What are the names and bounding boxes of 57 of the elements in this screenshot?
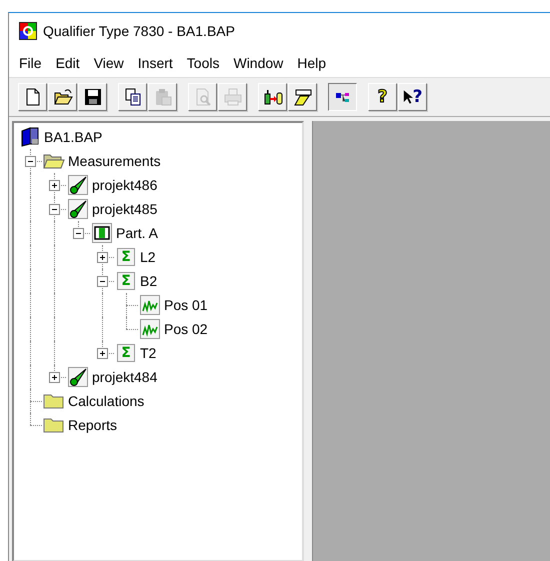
expander-box[interactable] [49,180,60,191]
expander-box[interactable] [97,252,108,263]
cursor-icon [402,89,413,105]
sigma-icon: Σ [117,248,135,266]
copy-icon [122,87,142,107]
sigma-icon: Σ [117,344,135,362]
tree-item[interactable]: projekt485 [92,201,158,217]
tree-item[interactable]: T2 [140,345,156,361]
sigma-icon: Σ [117,272,135,290]
menu-item[interactable]: File [19,55,42,71]
tree-item[interactable]: Calculations [68,393,144,409]
expander-box[interactable] [49,204,60,215]
folder-open-icon [52,87,72,107]
menu-item[interactable]: Help [297,55,326,71]
transfer-button[interactable] [258,83,287,111]
folder-icon [43,416,65,434]
tree-item[interactable]: Pos 02 [164,321,208,337]
graph-icon [140,295,160,315]
probe-icon [68,199,88,219]
open-button[interactable] [48,83,77,111]
folder-open-icon [43,152,65,170]
menu-item[interactable]: Insert [138,55,173,71]
part-icon [92,223,112,243]
tree-item[interactable]: Reports [68,417,118,433]
tree-item[interactable]: projekt484 [92,369,158,385]
book-icon [20,127,40,147]
tree-item[interactable]: BA1.BAP [44,129,102,145]
probe-icon [68,367,88,387]
pen-icon [292,87,312,107]
save-button[interactable] [78,83,107,111]
menu-item[interactable]: Window [233,55,284,71]
graph-icon [140,319,160,339]
edit-button[interactable] [288,83,317,111]
menu-item[interactable]: Edit [56,55,80,71]
transfer-icon [262,87,282,107]
tree-view-button[interactable] [328,83,357,111]
expander-box[interactable] [49,372,60,383]
tree-item[interactable]: Part. A [116,225,158,241]
copy-button[interactable] [118,83,147,111]
tree-item[interactable]: B2 [140,273,158,289]
probe-icon [68,175,88,195]
tree-item[interactable]: projekt486 [92,177,158,193]
expander-box[interactable] [73,228,84,239]
app-logo-icon [19,22,37,40]
menu-item[interactable]: View [94,55,124,71]
folder-icon [43,392,65,410]
menu-item[interactable]: Tools [186,55,220,71]
new-document-button[interactable] [18,83,47,111]
tree-item[interactable]: L2 [140,249,156,265]
expander-box[interactable] [25,156,36,167]
printer-icon [222,87,242,107]
context-help-button[interactable]: ? [398,83,427,111]
expander-box[interactable] [97,348,108,359]
expander-box[interactable] [97,276,108,287]
tree-item[interactable]: Measurements [68,153,161,169]
tree-item[interactable]: Pos 01 [164,297,208,313]
window-title: Qualifier Type 7830 - BA1.BAP [43,23,235,39]
